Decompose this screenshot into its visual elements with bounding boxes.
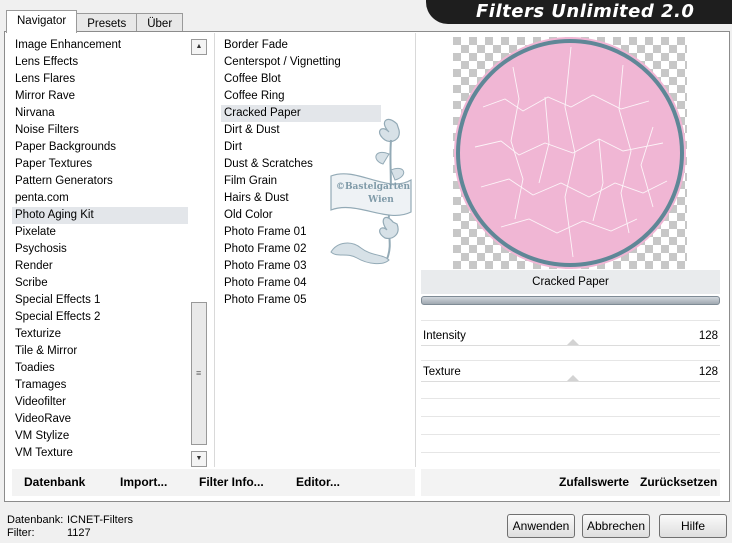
list-item[interactable]: Texturize (12, 326, 188, 343)
list-item[interactable]: Coffee Ring (221, 88, 381, 105)
status-value: 1127 (67, 527, 91, 539)
status-label: Datenbank: (7, 514, 64, 526)
slider-track[interactable] (421, 381, 720, 382)
list-toolbar: Datenbank Import... Filter Info... Edito… (12, 469, 415, 496)
watermark-line2: Wien (367, 195, 394, 205)
divider (421, 434, 720, 435)
list-item[interactable]: Pattern Generators (12, 173, 188, 190)
list-item[interactable]: Lens Effects (12, 54, 188, 71)
app-title: Filters Unlimited 2.0 (476, 1, 695, 22)
editor-button[interactable]: Editor... (296, 475, 340, 489)
tab-bar: Navigator Presets Über (6, 10, 184, 33)
list-item[interactable]: Special Effects 2 (12, 309, 188, 326)
help-button[interactable]: Hilfe (659, 514, 727, 538)
preview-image (453, 37, 687, 269)
list-item[interactable]: VM Stylize (12, 428, 188, 445)
divider (421, 416, 720, 417)
scroll-up-button[interactable]: ▲ (191, 39, 207, 55)
list-item[interactable]: Lens Flares (12, 71, 188, 88)
divider (421, 360, 720, 361)
scroll-thumb[interactable]: ≡ (191, 302, 207, 445)
list-item[interactable]: Image Enhancement (12, 37, 188, 54)
list-item[interactable]: Scribe (12, 275, 188, 292)
param-intensity[interactable]: Intensity 128 (421, 328, 720, 352)
scroll-down-button[interactable]: ▼ (191, 451, 207, 467)
slider-knob[interactable] (567, 375, 579, 381)
import-button[interactable]: Import... (120, 475, 167, 489)
watermark-logo: ©Bastelgarten Wien (330, 118, 412, 265)
status-label: Filter: (7, 527, 35, 539)
watermark-line1: ©Bastelgarten (336, 182, 411, 192)
divider (421, 452, 720, 453)
filter-info-button[interactable]: Filter Info... (199, 475, 264, 489)
list-item[interactable]: Psychosis (12, 241, 188, 258)
list-item[interactable]: Paper Textures (12, 156, 188, 173)
list-item[interactable]: Photo Aging Kit (12, 207, 188, 224)
param-value: 128 (698, 330, 718, 342)
param-value: 128 (698, 366, 718, 378)
list-item[interactable]: Border Fade (221, 37, 381, 54)
cancel-button[interactable]: Abbrechen (582, 514, 650, 538)
status-database: Datenbank: ICNET-Filters (7, 514, 133, 527)
reset-button[interactable]: Zurücksetzen (640, 475, 717, 489)
list-item[interactable]: Videofilter (12, 394, 188, 411)
list-item[interactable]: VideoRave (12, 411, 188, 428)
list-item[interactable]: Photo Frame 04 (221, 275, 381, 292)
slider-track[interactable] (421, 345, 720, 346)
panel-title: Cracked Paper (421, 270, 720, 294)
list-item[interactable]: Paper Backgrounds (12, 139, 188, 156)
tab-navigator[interactable]: Navigator (6, 10, 78, 33)
grip-icon: ≡ (196, 368, 202, 378)
status-value: ICNET-Filters (67, 514, 133, 526)
parameter-panel: Cracked Paper Intensity 128 Texture 128 (421, 270, 720, 465)
divider (214, 33, 215, 467)
datenbank-button[interactable]: Datenbank (24, 475, 85, 489)
list-item[interactable]: Pixelate (12, 224, 188, 241)
list-item[interactable]: Nirvana (12, 105, 188, 122)
list-item[interactable]: VM Texture (12, 445, 188, 462)
category-scrollbar[interactable]: ▲ ≡ ▼ (190, 38, 208, 467)
param-label: Texture (423, 366, 461, 378)
list-item[interactable]: Centerspot / Vignetting (221, 54, 381, 71)
param-toolbar: Zufallswerte Zurücksetzen (421, 469, 720, 496)
slider-knob[interactable] (567, 339, 579, 345)
divider (421, 398, 720, 399)
random-values-button[interactable]: Zufallswerte (559, 475, 629, 489)
list-item[interactable]: Noise Filters (12, 122, 188, 139)
list-item[interactable]: Special Effects 1 (12, 292, 188, 309)
list-item[interactable]: Render (12, 258, 188, 275)
list-item[interactable]: Toadies (12, 360, 188, 377)
list-item[interactable]: Mirror Rave (12, 88, 188, 105)
list-item[interactable]: Tramages (12, 377, 188, 394)
tab-ueber[interactable]: Über (136, 13, 184, 33)
list-item[interactable]: Coffee Blot (221, 71, 381, 88)
apply-button[interactable]: Anwenden (507, 514, 575, 538)
filter-progress-bar (421, 296, 720, 305)
param-texture[interactable]: Texture 128 (421, 364, 720, 388)
param-label: Intensity (423, 330, 466, 342)
status-filter: Filter: 1127 (7, 527, 91, 540)
tab-presets[interactable]: Presets (76, 13, 138, 33)
list-item[interactable]: Photo Frame 05 (221, 292, 381, 309)
divider (421, 320, 720, 321)
list-item[interactable]: penta.com (12, 190, 188, 207)
category-list[interactable]: Image Enhancement Lens Effects Lens Flares… (12, 37, 188, 465)
list-item[interactable]: Tile & Mirror (12, 343, 188, 360)
